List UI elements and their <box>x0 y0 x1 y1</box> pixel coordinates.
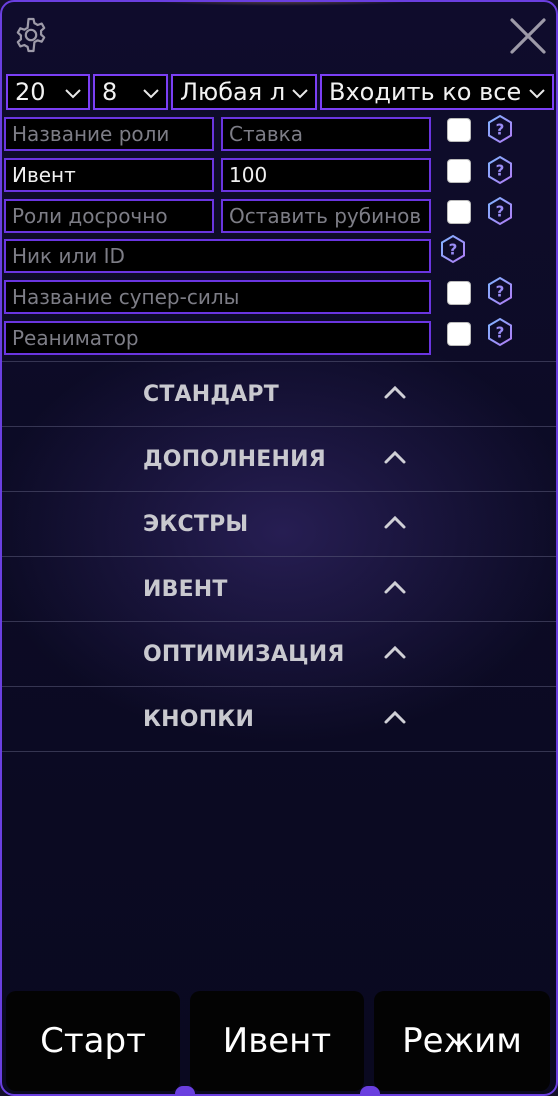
section-label: ИВЕНТ <box>143 577 228 602</box>
section-event[interactable]: ИВЕНТ <box>2 556 556 621</box>
section-standard[interactable]: СТАНДАРТ <box>2 361 556 426</box>
role-name-input[interactable]: Название роли <box>4 117 214 151</box>
reanimator-checkbox[interactable] <box>447 322 471 346</box>
chevron-down-icon <box>529 89 545 99</box>
players-count-select[interactable]: 20 <box>6 74 90 110</box>
chevron-up-icon <box>384 645 406 659</box>
select-value: Любая л <box>180 78 286 106</box>
event-checkbox[interactable] <box>447 159 471 183</box>
button-seam <box>360 1086 380 1094</box>
join-mode-select[interactable]: Входить ко всем <box>320 74 554 110</box>
svg-text:?: ? <box>496 283 505 301</box>
superpower-input[interactable]: Название супер-силы <box>4 280 431 314</box>
help-icon[interactable]: ? <box>485 196 515 226</box>
svg-text:?: ? <box>496 121 505 139</box>
help-icon[interactable]: ? <box>485 317 515 347</box>
event-button[interactable]: Ивент <box>190 991 364 1091</box>
gear-icon[interactable] <box>12 16 50 54</box>
svg-text:?: ? <box>449 241 458 259</box>
chevron-down-icon <box>65 89 81 99</box>
svg-text:?: ? <box>496 162 505 180</box>
help-icon[interactable]: ? <box>485 276 515 306</box>
help-icon[interactable]: ? <box>485 155 515 185</box>
mode-button[interactable]: Режим <box>374 991 550 1091</box>
svg-text:?: ? <box>496 324 505 342</box>
chevron-up-icon <box>384 580 406 594</box>
chevron-up-icon <box>384 710 406 724</box>
chevron-up-icon <box>384 385 406 399</box>
section-optimization[interactable]: ОПТИМИЗАЦИЯ <box>2 621 556 686</box>
section-divider <box>2 751 556 752</box>
early-roles-input[interactable]: Роли досрочно <box>4 199 214 233</box>
reanimator-input[interactable]: Реаниматор <box>4 321 431 355</box>
start-button[interactable]: Старт <box>6 991 180 1091</box>
section-label: СТАНДАРТ <box>143 382 279 407</box>
leave-rubies-input[interactable]: Оставить рубинов <box>221 199 431 233</box>
settings-panel: 20 8 Любая л Входить ко всем Название ро… <box>0 0 558 1096</box>
chevron-down-icon <box>292 89 308 99</box>
select-value: 20 <box>15 78 46 106</box>
role-type-select[interactable]: Любая л <box>171 74 317 110</box>
close-icon[interactable] <box>508 16 548 56</box>
chevron-down-icon <box>143 89 159 99</box>
help-icon[interactable]: ? <box>438 234 468 264</box>
section-label: КНОПКИ <box>143 707 255 732</box>
help-icon[interactable]: ? <box>485 114 515 144</box>
select-value: Входить ко всем <box>329 78 523 106</box>
chevron-up-icon <box>384 450 406 464</box>
section-additions[interactable]: ДОПОЛНЕНИЯ <box>2 426 556 491</box>
event-name-input[interactable]: Ивент <box>4 158 214 192</box>
section-label: ОПТИМИЗАЦИЯ <box>143 642 345 667</box>
chevron-up-icon <box>384 515 406 529</box>
panel-header <box>2 2 556 70</box>
section-label: ДОПОЛНЕНИЯ <box>143 447 326 472</box>
mafia-count-select[interactable]: 8 <box>93 74 168 110</box>
section-label: ЭКСТРЫ <box>143 512 249 537</box>
event-amount-input[interactable]: 100 <box>221 158 431 192</box>
svg-text:?: ? <box>496 203 505 221</box>
role-checkbox[interactable] <box>447 118 471 142</box>
button-seam <box>175 1086 195 1094</box>
section-extras[interactable]: ЭКСТРЫ <box>2 491 556 556</box>
select-value: 8 <box>102 78 118 106</box>
nick-or-id-input[interactable]: Ник или ID <box>4 239 431 273</box>
superpower-checkbox[interactable] <box>447 281 471 305</box>
section-buttons[interactable]: КНОПКИ <box>2 686 556 751</box>
bet-input[interactable]: Ставка <box>221 117 431 151</box>
early-roles-checkbox[interactable] <box>447 200 471 224</box>
